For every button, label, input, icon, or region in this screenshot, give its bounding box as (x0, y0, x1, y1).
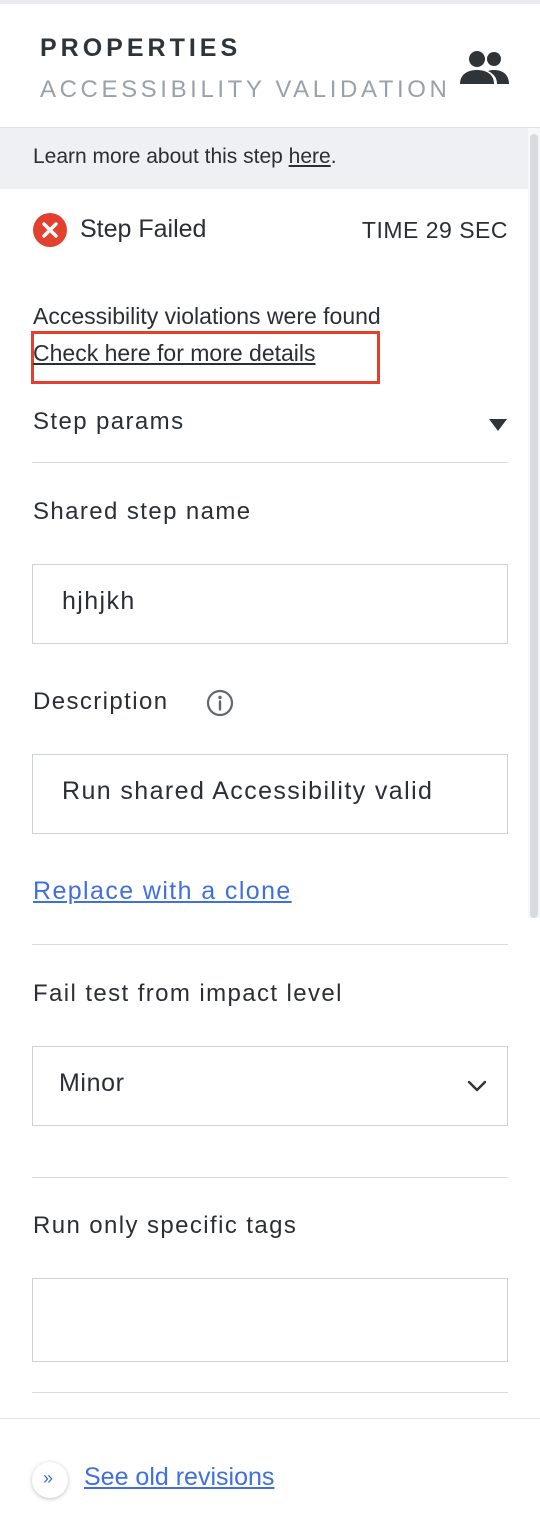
violations-message: Accessibility violations were found (33, 303, 381, 329)
learn-more-text: Learn more about this step here. (33, 145, 337, 169)
shared-step-name-label: Shared step name (33, 498, 252, 525)
footer-divider (0, 1418, 540, 1419)
specific-tags-label: Run only specific tags (33, 1212, 298, 1239)
divider (32, 944, 508, 945)
specific-tags-input[interactable] (32, 1278, 508, 1362)
shared-step-name-input[interactable]: hjhjkh (32, 564, 508, 644)
double-chevron-right-icon: » (43, 1468, 54, 1488)
impact-level-select[interactable]: Minor (32, 1046, 508, 1126)
expand-revisions-button[interactable]: » (32, 1462, 68, 1498)
step-status-row: Step Failed TIME 29 SEC (32, 210, 508, 248)
panel-title: PROPERTIES (40, 34, 242, 62)
info-icon[interactable] (206, 689, 234, 717)
description-value[interactable]: Run shared Accessibility valid (62, 777, 433, 806)
chevron-down-icon[interactable] (466, 1079, 488, 1093)
impact-level-selected[interactable]: Minor (59, 1069, 125, 1098)
divider (32, 1177, 508, 1178)
learn-more-prefix: Learn more about this step (33, 145, 289, 168)
divider (32, 1392, 508, 1393)
caret-down-icon[interactable] (488, 418, 508, 432)
divider (32, 462, 508, 463)
scrollbar-thumb[interactable] (530, 134, 538, 918)
scrollbar[interactable] (528, 128, 540, 918)
see-old-revisions-link[interactable]: See old revisions (84, 1463, 274, 1492)
step-params-toggle[interactable]: Step params (33, 408, 184, 436)
panel-subtitle: ACCESSIBILITY VALIDATION (40, 76, 451, 103)
shared-step-name-value[interactable]: hjhjkh (62, 587, 136, 616)
properties-header: PROPERTIES ACCESSIBILITY VALIDATION (0, 4, 540, 128)
impact-level-label: Fail test from impact level (33, 980, 343, 1007)
details-link[interactable]: Check here for more details (33, 340, 316, 367)
step-status-label: Step Failed (80, 215, 207, 243)
error-circle-icon (33, 213, 67, 247)
people-icon[interactable] (458, 50, 510, 86)
learn-more-banner: Learn more about this step here. (0, 128, 530, 189)
step-duration: TIME 29 SEC (361, 217, 508, 243)
learn-more-suffix: . (330, 145, 337, 168)
replace-with-clone-link[interactable]: Replace with a clone (33, 877, 292, 906)
description-input[interactable]: Run shared Accessibility valid (32, 754, 508, 834)
description-label: Description (33, 688, 169, 715)
learn-more-link[interactable]: here (289, 145, 331, 168)
